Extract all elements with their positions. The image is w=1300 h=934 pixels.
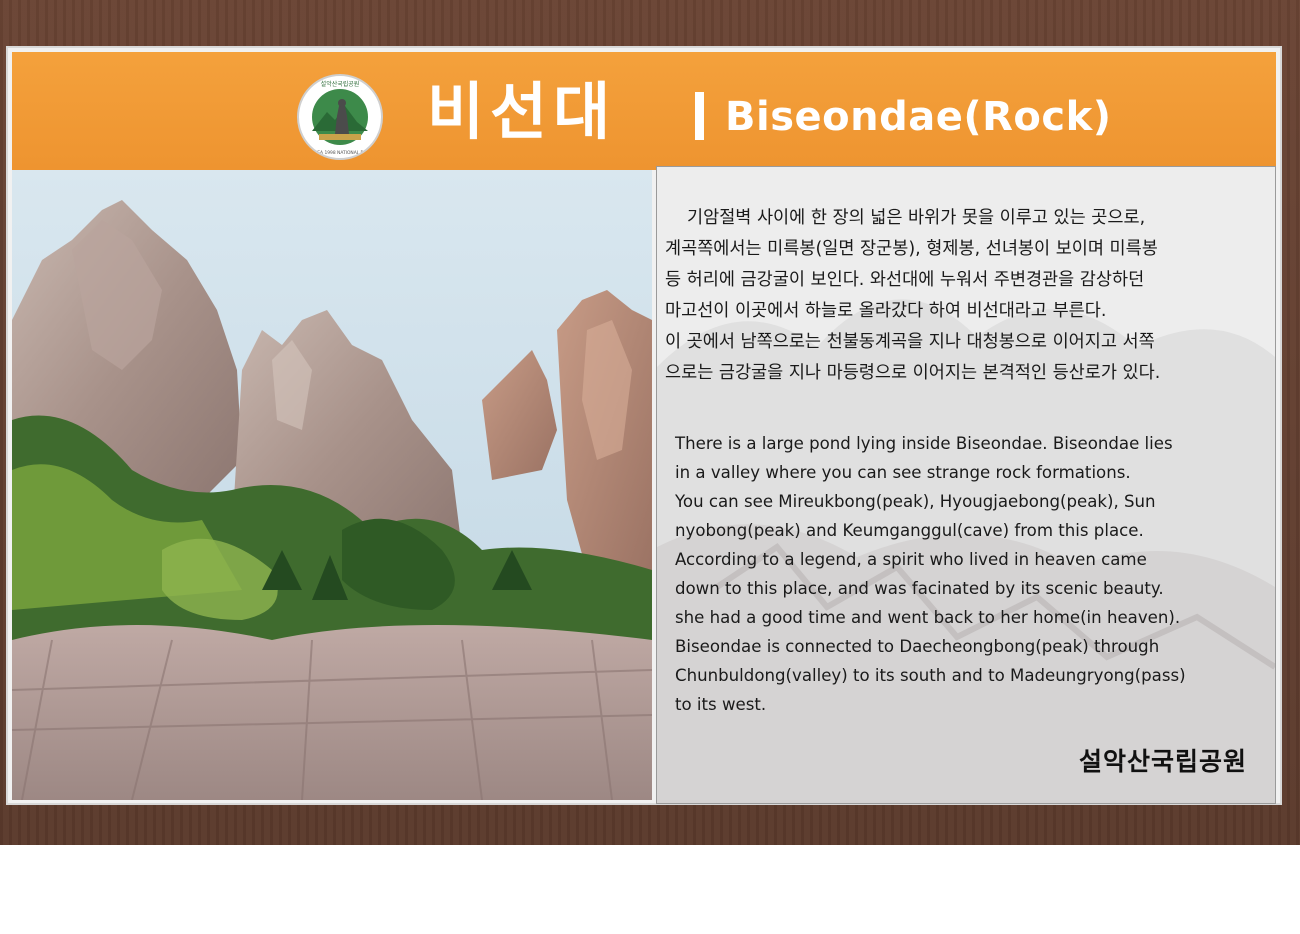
description-panel: 기암절벽 사이에 한 장의 넓은 바위가 못을 이루고 있는 곳으로, 계곡쪽에… (656, 166, 1276, 804)
korean-line: 기암절벽 사이에 한 장의 넓은 바위가 못을 이루고 있는 곳으로, (687, 208, 1146, 228)
english-line: she had a good time and went back to her… (675, 608, 1181, 627)
korean-line: 계곡쪽에서는 미륵봉(일면 장군봉), 형제봉, 선녀봉이 보이며 미륵봉 (665, 239, 1158, 259)
korean-line: 이 곳에서 남쪽으로는 천불동계곡을 지나 대청봉으로 이어지고 서쪽 (665, 332, 1155, 352)
english-line: According to a legend, a spirit who live… (675, 550, 1147, 569)
korean-title: 비선대 (427, 75, 617, 148)
english-line: nyobong(peak) and Keumganggul(cave) from… (675, 521, 1144, 540)
english-line: Biseondae is connected to Daecheongbong(… (675, 637, 1160, 656)
english-line: You can see Mireukbong(peak), Hyougjaebo… (675, 492, 1156, 511)
title-separator (695, 92, 704, 140)
korean-line: 으로는 금강굴을 지나 마등령으로 이어지는 본격적인 등산로가 있다. (665, 363, 1161, 383)
title-banner: 설악산국립공원 KOREA 1998 NATIONAL PARK 비선대 Bis… (12, 52, 1276, 170)
mountain-photo (12, 170, 652, 800)
park-logo: 설악산국립공원 KOREA 1998 NATIONAL PARK (297, 74, 383, 160)
english-line: There is a large pond lying inside Biseo… (675, 434, 1173, 453)
park-organization-name: 설악산국립공원 (1078, 747, 1247, 776)
english-line: to its west. (675, 695, 767, 714)
english-description: There is a large pond lying inside Biseo… (675, 429, 1271, 719)
korean-description: 기암절벽 사이에 한 장의 넓은 바위가 못을 이루고 있는 곳으로, 계곡쪽에… (657, 203, 1275, 389)
park-logo-emblem-icon: 설악산국립공원 KOREA 1998 NATIONAL PARK (301, 78, 379, 156)
english-title: Biseondae(Rock) (725, 94, 1112, 140)
information-sign: 설악산국립공원 KOREA 1998 NATIONAL PARK 비선대 Bis… (8, 48, 1280, 804)
english-line: in a valley where you can see strange ro… (675, 463, 1131, 482)
english-line: Chunbuldong(valley) to its south and to … (675, 666, 1186, 685)
logo-text-bottom: KOREA 1998 NATIONAL PARK (308, 150, 372, 156)
korean-line: 등 허리에 금강굴이 보인다. 와선대에 누워서 주변경관을 감상하던 (665, 270, 1145, 290)
korean-line: 마고선이 이곳에서 하늘로 올라갔다 하여 비선대라고 부른다. (665, 301, 1107, 321)
logo-text-top: 설악산국립공원 (321, 80, 360, 88)
image-bottom-border (0, 845, 1300, 934)
english-line: down to this place, and was facinated by… (675, 579, 1164, 598)
